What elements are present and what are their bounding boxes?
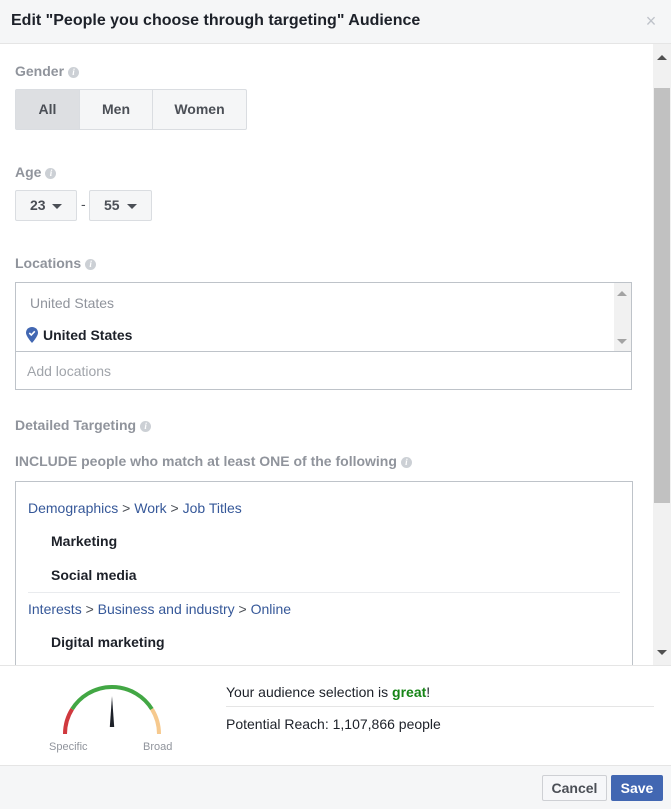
age-max-value: 55 bbox=[104, 197, 120, 213]
gender-option-women[interactable]: Women bbox=[153, 90, 246, 129]
dialog-body: Gender i All Men Women Age i 23 - 55 Locat… bbox=[0, 44, 653, 665]
gauge-label-specific: Specific bbox=[49, 741, 88, 753]
location-pin-icon bbox=[26, 327, 38, 343]
path-link[interactable]: Business and industry bbox=[98, 601, 235, 617]
add-locations-input[interactable] bbox=[15, 351, 632, 390]
scrollbar-thumb[interactable] bbox=[654, 88, 670, 503]
scroll-down-icon[interactable] bbox=[617, 339, 627, 344]
path-separator: > bbox=[170, 500, 179, 516]
targeting-item[interactable]: Digital marketing bbox=[51, 634, 165, 650]
detailed-targeting-label-text: Detailed Targeting bbox=[15, 417, 137, 433]
detailed-targeting-box: Demographics > Work > Job Titles Marketi… bbox=[15, 481, 633, 665]
gender-option-men[interactable]: Men bbox=[80, 90, 153, 129]
targeting-path: Interests > Business and industry > Onli… bbox=[28, 601, 291, 617]
gauge-arc-specific bbox=[63, 708, 74, 735]
location-item-label: United States bbox=[43, 327, 133, 343]
group-divider bbox=[28, 592, 620, 593]
scroll-up-icon[interactable] bbox=[617, 291, 627, 296]
audience-quality-value: great bbox=[392, 684, 427, 700]
cancel-button[interactable]: Cancel bbox=[542, 775, 607, 801]
location-item[interactable]: United States bbox=[26, 327, 133, 343]
targeting-item[interactable]: Social media bbox=[51, 567, 137, 583]
age-label-text: Age bbox=[15, 164, 42, 180]
potential-reach: Potential Reach: 1,107,866 people bbox=[226, 716, 441, 732]
location-group-header: United States bbox=[30, 295, 115, 311]
info-icon[interactable]: i bbox=[68, 67, 80, 78]
include-label-text: INCLUDE people who match at least ONE of… bbox=[15, 453, 397, 469]
save-button[interactable]: Save bbox=[611, 775, 663, 801]
age-min-select[interactable]: 23 bbox=[15, 190, 77, 221]
path-link[interactable]: Work bbox=[134, 500, 166, 516]
dialog-footer: Cancel Save bbox=[0, 765, 671, 809]
path-separator: > bbox=[122, 500, 131, 516]
gauge-needle bbox=[109, 696, 115, 727]
summary-divider bbox=[226, 706, 654, 707]
gauge-label-broad: Broad bbox=[143, 741, 173, 753]
include-label: INCLUDE people who match at least ONE of… bbox=[15, 453, 412, 469]
path-link[interactable]: Job Titles bbox=[183, 500, 242, 516]
dialog-scrollbar[interactable] bbox=[653, 44, 671, 665]
age-separator: - bbox=[81, 196, 86, 212]
gender-label: Gender i bbox=[15, 63, 80, 79]
age-min-value: 23 bbox=[30, 197, 46, 213]
dialog-header: Edit "People you choose through targetin… bbox=[0, 0, 671, 44]
gauge-arc-broad bbox=[150, 708, 161, 735]
locations-scrollbar[interactable] bbox=[614, 283, 631, 351]
path-link[interactable]: Online bbox=[251, 601, 291, 617]
scroll-down-icon[interactable] bbox=[657, 650, 667, 655]
gender-label-text: Gender bbox=[15, 63, 65, 79]
age-max-select[interactable]: 55 bbox=[89, 190, 152, 221]
locations-label-text: Locations bbox=[15, 255, 82, 271]
edit-audience-dialog: Edit "People you choose through targetin… bbox=[0, 0, 671, 809]
audience-quality-suffix: ! bbox=[426, 684, 431, 700]
detailed-targeting-label: Detailed Targeting i bbox=[15, 417, 152, 433]
path-link[interactable]: Demographics bbox=[28, 500, 118, 516]
path-separator: > bbox=[85, 601, 94, 617]
info-icon[interactable]: i bbox=[45, 168, 57, 179]
info-icon[interactable]: i bbox=[140, 421, 152, 432]
chevron-down-icon bbox=[52, 204, 62, 209]
targeting-path: Demographics > Work > Job Titles bbox=[28, 500, 242, 516]
dialog-title: Edit "People you choose through targetin… bbox=[11, 12, 421, 29]
info-icon[interactable]: i bbox=[85, 259, 97, 270]
gender-option-all[interactable]: All bbox=[16, 90, 80, 129]
audience-quality-prefix: Your audience selection is bbox=[226, 684, 393, 700]
path-link[interactable]: Interests bbox=[28, 601, 82, 617]
chevron-down-icon bbox=[127, 204, 137, 209]
scroll-up-icon[interactable] bbox=[657, 55, 667, 60]
age-label: Age i bbox=[15, 164, 57, 180]
audience-quality-text: Your audience selection is great! bbox=[226, 684, 430, 700]
close-icon[interactable]: × bbox=[643, 12, 659, 30]
audience-summary: Specific Broad Your audience selection i… bbox=[0, 665, 671, 765]
gender-selector: All Men Women bbox=[15, 89, 247, 130]
info-icon[interactable]: i bbox=[400, 457, 412, 468]
locations-list: United States United States bbox=[15, 282, 632, 352]
targeting-item[interactable]: Marketing bbox=[51, 533, 117, 549]
locations-label: Locations i bbox=[15, 255, 97, 271]
path-separator: > bbox=[238, 601, 247, 617]
